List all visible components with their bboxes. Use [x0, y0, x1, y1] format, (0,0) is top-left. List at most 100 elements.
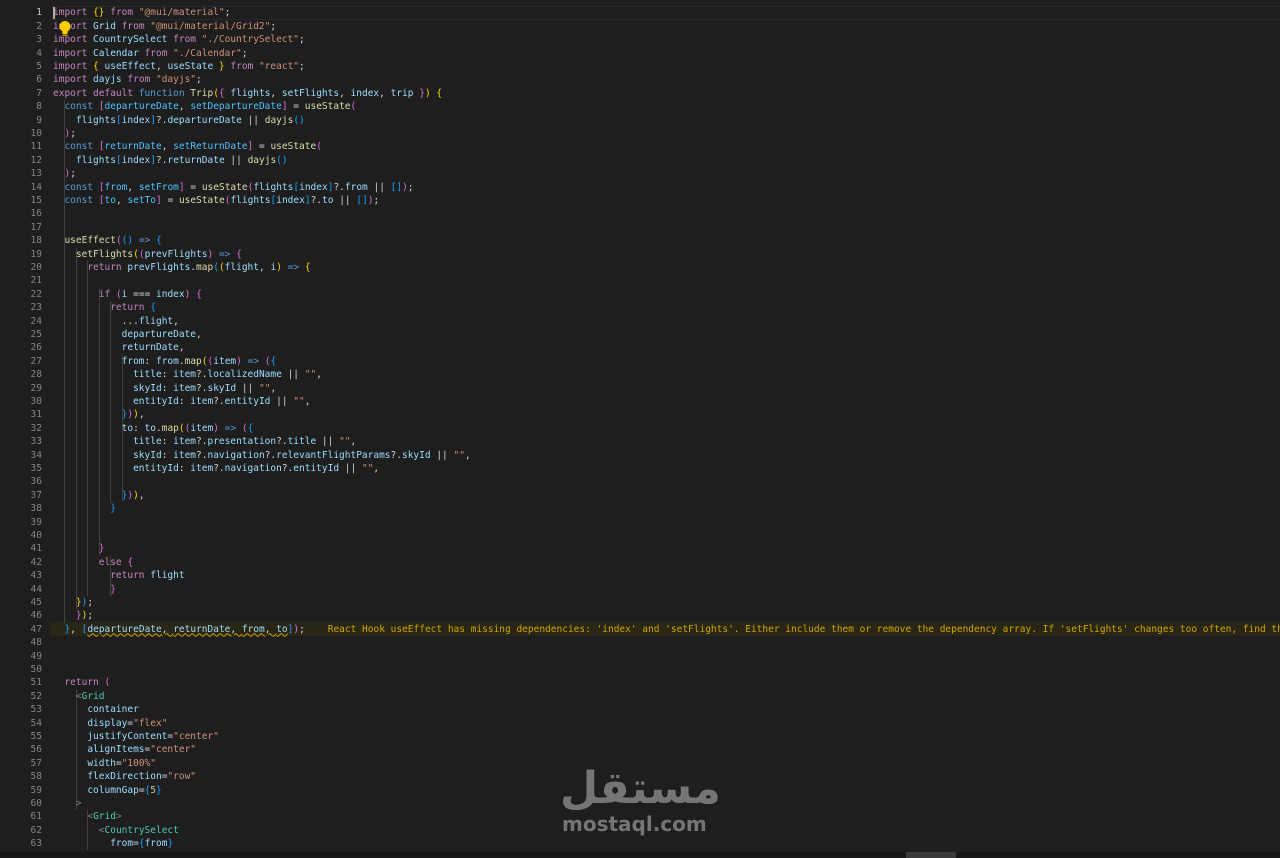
code-token: Calendar [93, 47, 145, 59]
code-line[interactable]: })), [53, 408, 145, 421]
line-number: 31 [30, 409, 42, 421]
code-line[interactable]: const [from, setFrom] = useState(flights… [53, 181, 413, 194]
code-line[interactable]: import CountrySelect from "./CountrySele… [53, 33, 305, 46]
code-line[interactable]: flights[index]?.returnDate || dayjs() [53, 154, 288, 167]
code-line[interactable]: skyId: item?.skyId || "", [53, 382, 276, 395]
code-line[interactable]: columnGap={5} [53, 784, 161, 797]
code-line[interactable]: else { [53, 556, 133, 569]
code-line[interactable]: width="100%" [53, 757, 156, 770]
code-line[interactable]: import Calendar from "./Calendar"; [53, 47, 248, 60]
code-token: setFlights [75, 248, 134, 260]
code-token: [] [390, 181, 403, 193]
code-line[interactable]: import Grid from "@mui/material/Grid2"; [53, 20, 276, 33]
code-token: entityId [293, 462, 345, 474]
code-token: || [339, 194, 357, 206]
code-token: ; [87, 596, 94, 608]
code-line[interactable]: entityId: item?.entityId || "", [53, 395, 310, 408]
code-token: return [87, 261, 128, 273]
code-line[interactable]: } [53, 502, 116, 515]
horizontal-scrollbar-thumb[interactable] [906, 852, 956, 858]
code-token: , [178, 342, 185, 354]
code-line[interactable]: <CountrySelect [53, 824, 179, 837]
code-line[interactable]: }); [53, 609, 93, 622]
code-token: localizedName [207, 369, 288, 381]
code-editor[interactable]: 1 2 3 4 5 6 7 8 9 10 11 12 13 14 15 16 17 18 19 20 21 22 23 24 2… [0, 0, 1280, 852]
code-token: = [293, 101, 305, 113]
code-line[interactable]: } [53, 542, 105, 555]
line-number: 18 [30, 235, 42, 247]
code-line[interactable]: } [53, 583, 116, 596]
code-line[interactable]: justifyContent="center" [53, 730, 219, 743]
code-token: "dayjs" [155, 74, 197, 86]
code-token: else [98, 556, 128, 568]
line-number: 45 [30, 596, 42, 608]
code-token: } [110, 503, 116, 515]
code-token: const [64, 101, 99, 113]
code-line[interactable]: }); [53, 596, 93, 609]
code-line[interactable]: returnDate, [53, 341, 185, 354]
code-line[interactable]: const [to, setTo] = useState(flights[ind… [53, 194, 379, 207]
code-line[interactable]: flexDirection="row" [53, 770, 196, 783]
code-token: useEffect [64, 235, 116, 247]
code-line[interactable]: if (i === index) { [53, 288, 202, 301]
code-line[interactable]: from={from} [53, 837, 173, 850]
code-line[interactable]: useEffect(() => { [53, 234, 161, 247]
code-line[interactable]: ...flight, [53, 315, 179, 328]
code-line[interactable]: <Grid [53, 690, 105, 703]
code-line[interactable]: title: item?.localizedName || "", [53, 368, 322, 381]
code-token: navigation [224, 462, 282, 474]
line-number: 50 [30, 663, 42, 675]
code-token: relevantFlightParams [276, 449, 391, 461]
code-line[interactable]: to: to.map((item) => ({ [53, 422, 254, 435]
code-line[interactable]: flights[index]?.departureDate || dayjs() [53, 114, 305, 127]
code-token: CountrySelect [104, 824, 179, 836]
code-token: ; [270, 20, 277, 32]
code-token: => [219, 422, 242, 434]
line-number: 12 [30, 154, 42, 166]
code-token: } [98, 543, 105, 555]
line-number: 21 [30, 275, 42, 287]
code-line[interactable]: import {} from "@mui/material"; [53, 6, 230, 19]
code-token: navigation [207, 449, 265, 461]
code-line[interactable]: return prevFlights.map((flight, i) => { [53, 261, 310, 274]
code-token: > [115, 811, 122, 823]
line-number: 2 [36, 20, 42, 32]
code-line[interactable]: }, [departureDate, returnDate, from, to]… [53, 623, 1280, 636]
line-number: 63 [30, 838, 42, 850]
code-line[interactable]: > [53, 797, 82, 810]
code-line[interactable]: <Grid> [53, 810, 122, 823]
code-line[interactable]: container [53, 703, 138, 716]
code-token: , [196, 328, 202, 340]
code-line[interactable]: ); [53, 127, 75, 140]
code-token: , [115, 194, 128, 206]
code-line[interactable]: import dayjs from "dayjs"; [53, 73, 202, 86]
lightbulb-icon[interactable] [58, 20, 72, 38]
code-token: from [173, 34, 202, 46]
code-line[interactable]: const [returnDate, setReturnDate] = useS… [53, 140, 321, 153]
code-line[interactable]: from: from.map((item) => ({ [53, 355, 277, 368]
code-line[interactable]: })), [53, 489, 145, 502]
code-line[interactable]: title: item?.presentation?.title || "", [53, 435, 356, 448]
code-area[interactable]: import {} from "@mui/material"; import Gr… [53, 0, 1280, 852]
code-line[interactable]: departureDate, [53, 328, 202, 341]
code-token: , [173, 315, 179, 327]
line-number: 52 [30, 690, 42, 702]
code-line[interactable]: return { [53, 301, 156, 314]
code-token: from [144, 838, 168, 850]
code-line[interactable]: entityId: item?.navigation?.entityId || … [53, 462, 379, 475]
code-line[interactable]: return flight [53, 569, 184, 582]
code-line[interactable]: ); [53, 167, 75, 180]
code-line[interactable]: import { useEffect, useState } from "rea… [53, 60, 305, 73]
code-line[interactable]: skyId: item?.navigation?.relevantFlightP… [53, 449, 471, 462]
code-line[interactable]: return ( [53, 676, 110, 689]
code-line[interactable]: display="flex" [53, 717, 167, 730]
code-line[interactable]: setFlights((prevFlights) => { [53, 248, 242, 261]
code-line[interactable]: alignItems="center" [53, 743, 196, 756]
code-line[interactable]: const [departureDate, setDepartureDate] … [53, 100, 356, 113]
line-number: 28 [30, 369, 42, 381]
code-line[interactable]: export default function Trip({ flights, … [53, 87, 442, 100]
